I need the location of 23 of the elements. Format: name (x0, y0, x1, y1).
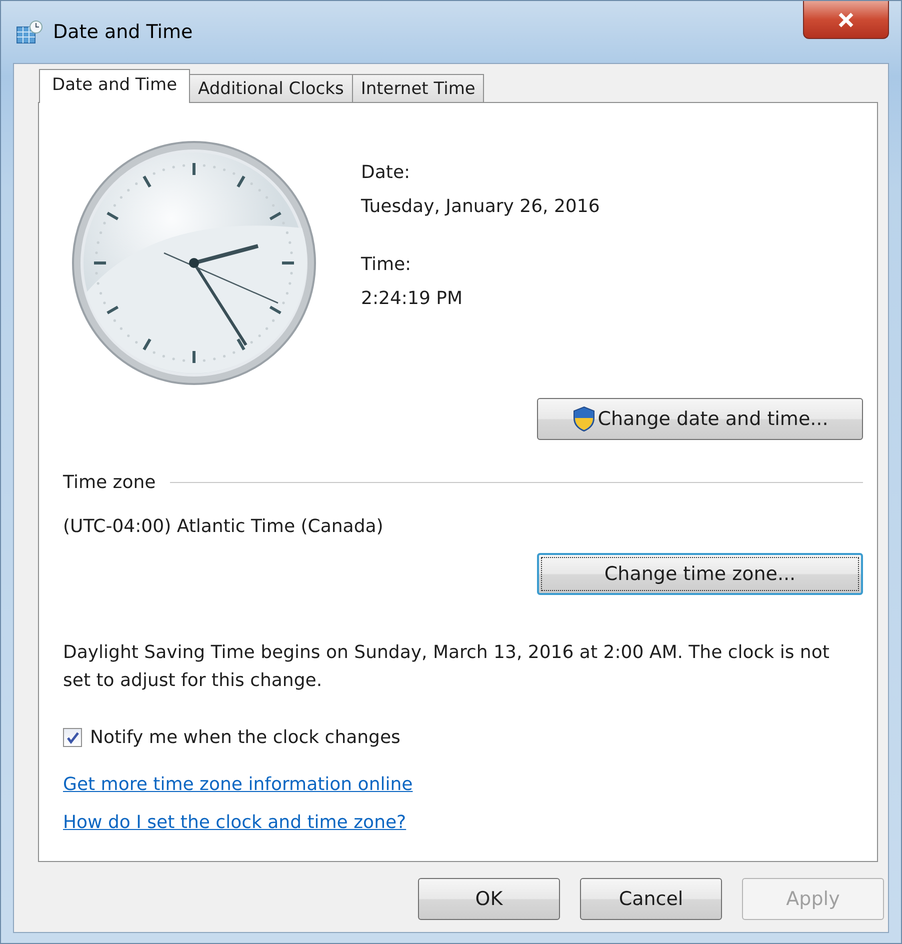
tab[interactable]: Internet Time (352, 74, 484, 102)
tab[interactable]: Additional Clocks (189, 74, 353, 102)
window-title: Date and Time (53, 21, 193, 43)
dialog-button[interactable]: OK (418, 878, 560, 920)
help-link[interactable]: Get more time zone information online (63, 772, 413, 798)
help-link[interactable]: How do I set the clock and time zone? (63, 810, 406, 836)
change-time-zone-button[interactable]: Change time zone... (537, 553, 863, 595)
date-label: Date: (361, 161, 412, 185)
dialog-button[interactable]: Cancel (580, 878, 722, 920)
section-heading: Time zone (63, 472, 156, 493)
close-button[interactable] (803, 1, 889, 39)
change-date-button[interactable]: Change date and time... (537, 398, 863, 440)
time-zone-value: (UTC-04:00) Atlantic Time (Canada) (63, 515, 384, 539)
close-icon (837, 12, 855, 28)
checkmark-icon (66, 730, 80, 744)
shield-icon (572, 406, 596, 432)
date-value: Tuesday, January 26, 2016 (361, 195, 600, 219)
calendar-icon (15, 19, 43, 45)
notify-checkbox[interactable]: Notify me when the clock changes (63, 727, 877, 748)
time-label: Time: (361, 253, 412, 277)
dst-note: Daylight Saving Time begins on Sunday, March 13, 2016 at 2:00 AM. The clock is not set to adjust for this change. (63, 641, 830, 693)
time-value: 2:24:19 PM (361, 287, 464, 311)
tab[interactable]: Date and Time (39, 69, 190, 103)
